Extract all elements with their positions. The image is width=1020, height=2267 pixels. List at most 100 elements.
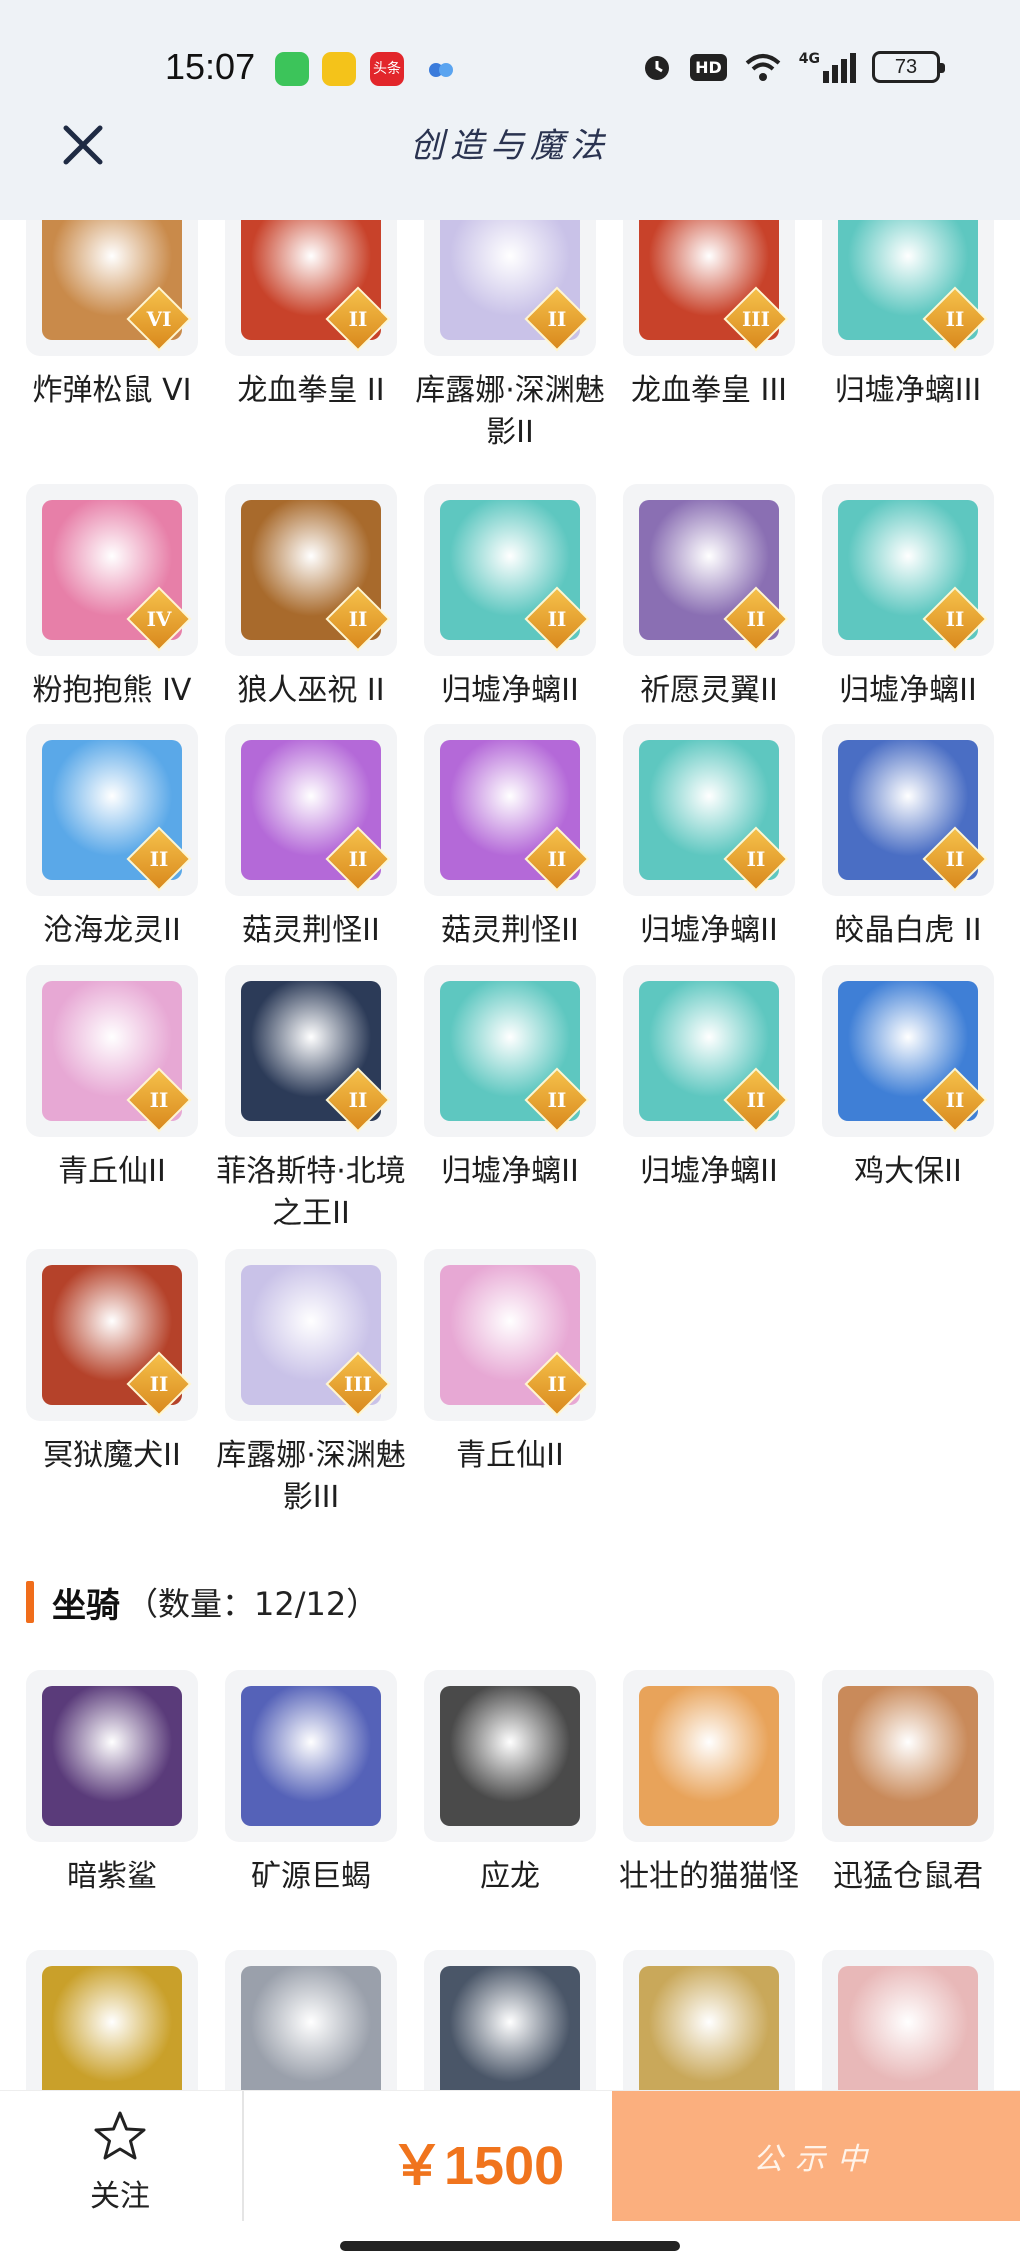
pet-thumbnail: II	[623, 965, 795, 1137]
wechat-app-icon	[275, 52, 309, 86]
pet-name: 菇灵荆怪II	[242, 913, 380, 948]
cloud-app-icon	[424, 52, 458, 86]
pet-card[interactable]: II 菇灵荆怪II	[424, 724, 596, 952]
mount-name: 暗紫鲨	[67, 1859, 157, 1894]
section-title: 坐骑	[52, 1585, 120, 1626]
pet-name: 粉抱抱熊 IV	[32, 673, 192, 708]
tier-badge-text: II	[348, 307, 368, 331]
pet-thumbnail: II	[822, 965, 994, 1137]
mount-card[interactable]: 矿源巨蝎	[225, 1670, 397, 1898]
mount-card[interactable]: 壮壮的猫猫怪	[619, 1670, 799, 1898]
pet-card[interactable]: II 库露娜·深渊魅影II	[415, 184, 605, 454]
mount-card[interactable]: 暗紫鲨	[26, 1670, 198, 1898]
pet-name: 归墟净螭III	[834, 373, 982, 408]
pet-card[interactable]: III 库露娜·深渊魅影III	[216, 1249, 406, 1519]
bottom-action-bar: 关注 ￥1500 公示中	[0, 2090, 1020, 2267]
pet-name: 冥狱魔犬II	[43, 1438, 181, 1473]
pet-thumbnail: III	[225, 1249, 397, 1421]
pet-card[interactable]: II 归墟净螭II	[623, 724, 795, 952]
follow-button[interactable]: 关注	[60, 2109, 180, 2215]
public-notice-button[interactable]: 公示中	[612, 2091, 1020, 2221]
tier-badge-text: II	[547, 607, 567, 631]
pet-thumbnail: II	[424, 1249, 596, 1421]
wifi-icon	[745, 54, 781, 81]
tier-badge-text: II	[945, 847, 965, 871]
pet-name: 菲洛斯特·北境之王II	[216, 1154, 406, 1231]
car-app-icon	[322, 52, 356, 86]
battery-indicator: 73	[872, 51, 945, 83]
pet-thumbnail: II	[623, 724, 795, 896]
mount-portrait-image	[639, 1966, 779, 2106]
mount-name: 壮壮的猫猫怪	[619, 1859, 799, 1894]
hd-icon: HD	[690, 53, 727, 81]
tier-badge-text: II	[945, 307, 965, 331]
pet-name: 沧海龙灵II	[43, 913, 181, 948]
tier-badge-text: II	[547, 847, 567, 871]
pet-thumbnail: II	[26, 965, 198, 1137]
pet-card[interactable]: II 鸡大保II	[822, 965, 994, 1193]
pet-card[interactable]: II 冥狱魔犬II	[26, 1249, 198, 1477]
page-title: 创造与魔法	[410, 126, 610, 166]
tier-badge-text: III	[741, 307, 771, 331]
mount-portrait-image	[241, 1686, 381, 1826]
pet-card[interactable]: II 归墟净螭II	[424, 965, 596, 1193]
tier-badge-text: III	[343, 1372, 373, 1396]
pet-card[interactable]: II 归墟净螭II	[623, 965, 795, 1193]
mount-portrait-image	[838, 1686, 978, 1826]
pet-name: 归墟净螭II	[640, 1154, 778, 1189]
pet-name: 菇灵荆怪II	[441, 913, 579, 948]
mount-thumbnail	[623, 1670, 795, 1842]
mount-card[interactable]: 迅猛仓鼠君	[822, 1670, 994, 1898]
pet-name: 龙血拳皇 III	[630, 373, 788, 408]
tier-badge-text: II	[348, 847, 368, 871]
mount-card[interactable]: 应龙	[424, 1670, 596, 1898]
mount-portrait-image	[42, 1686, 182, 1826]
mount-portrait-image	[241, 1966, 381, 2106]
star-icon	[94, 2111, 146, 2160]
section-count: （数量：12/12）	[126, 1585, 379, 1623]
pet-name: 狼人巫祝 II	[237, 673, 385, 708]
pet-name: 皎晶白虎 II	[834, 913, 982, 948]
pet-card[interactable]: II 归墟净螭II	[822, 484, 994, 712]
pet-card[interactable]: II 祈愿灵翼II	[623, 484, 795, 712]
pet-thumbnail: IV	[26, 484, 198, 656]
pet-thumbnail: II	[225, 965, 397, 1137]
pet-card[interactable]: II 菇灵荆怪II	[225, 724, 397, 952]
mount-portrait-image	[440, 1686, 580, 1826]
news-app-icon: 头条	[370, 52, 404, 86]
tier-badge-text: II	[746, 1088, 766, 1112]
pet-card[interactable]: II 狼人巫祝 II	[225, 484, 397, 712]
mounts-section-header: 坐骑 （数量：12/12）	[26, 1578, 378, 1626]
mount-thumbnail	[26, 1670, 198, 1842]
tier-badge-text: II	[746, 847, 766, 871]
pet-name: 归墟净螭II	[640, 913, 778, 948]
pet-name: 青丘仙II	[58, 1154, 166, 1189]
pet-thumbnail: II	[424, 965, 596, 1137]
pet-name: 归墟净螭II	[839, 673, 977, 708]
mount-portrait-image	[838, 1966, 978, 2106]
tier-badge-text: II	[149, 1088, 169, 1112]
mount-thumbnail	[424, 1670, 596, 1842]
pet-thumbnail: II	[225, 724, 397, 896]
mount-name: 迅猛仓鼠君	[833, 1859, 983, 1894]
tier-badge-text: II	[945, 1088, 965, 1112]
pet-card[interactable]: II 归墟净螭II	[424, 484, 596, 712]
status-icons: HD 4G 73	[640, 50, 945, 84]
mount-name: 矿源巨蝎	[251, 1859, 371, 1894]
pet-name: 库露娜·深渊魅影II	[415, 373, 605, 450]
pet-card[interactable]: II 菲洛斯特·北境之王II	[216, 965, 406, 1235]
mount-thumbnail	[822, 1670, 994, 1842]
tier-badge-text: II	[149, 847, 169, 871]
pet-card[interactable]: II 沧海龙灵II	[26, 724, 198, 952]
pet-card[interactable]: II 青丘仙II	[26, 965, 198, 1193]
top-bar: 15:07 头条 HD 4G 73 创造与魔法	[0, 0, 1020, 220]
price: ￥1500	[390, 2136, 565, 2196]
follow-label: 关注	[90, 2179, 150, 2214]
pet-card[interactable]: II 皎晶白虎 II	[822, 724, 994, 952]
home-indicator	[340, 2241, 680, 2251]
alarm-icon	[645, 56, 670, 80]
pet-card[interactable]: II 青丘仙II	[424, 1249, 596, 1477]
tier-badge-text: II	[348, 607, 368, 631]
pet-thumbnail: II	[822, 484, 994, 656]
pet-card[interactable]: IV 粉抱抱熊 IV	[26, 484, 198, 712]
